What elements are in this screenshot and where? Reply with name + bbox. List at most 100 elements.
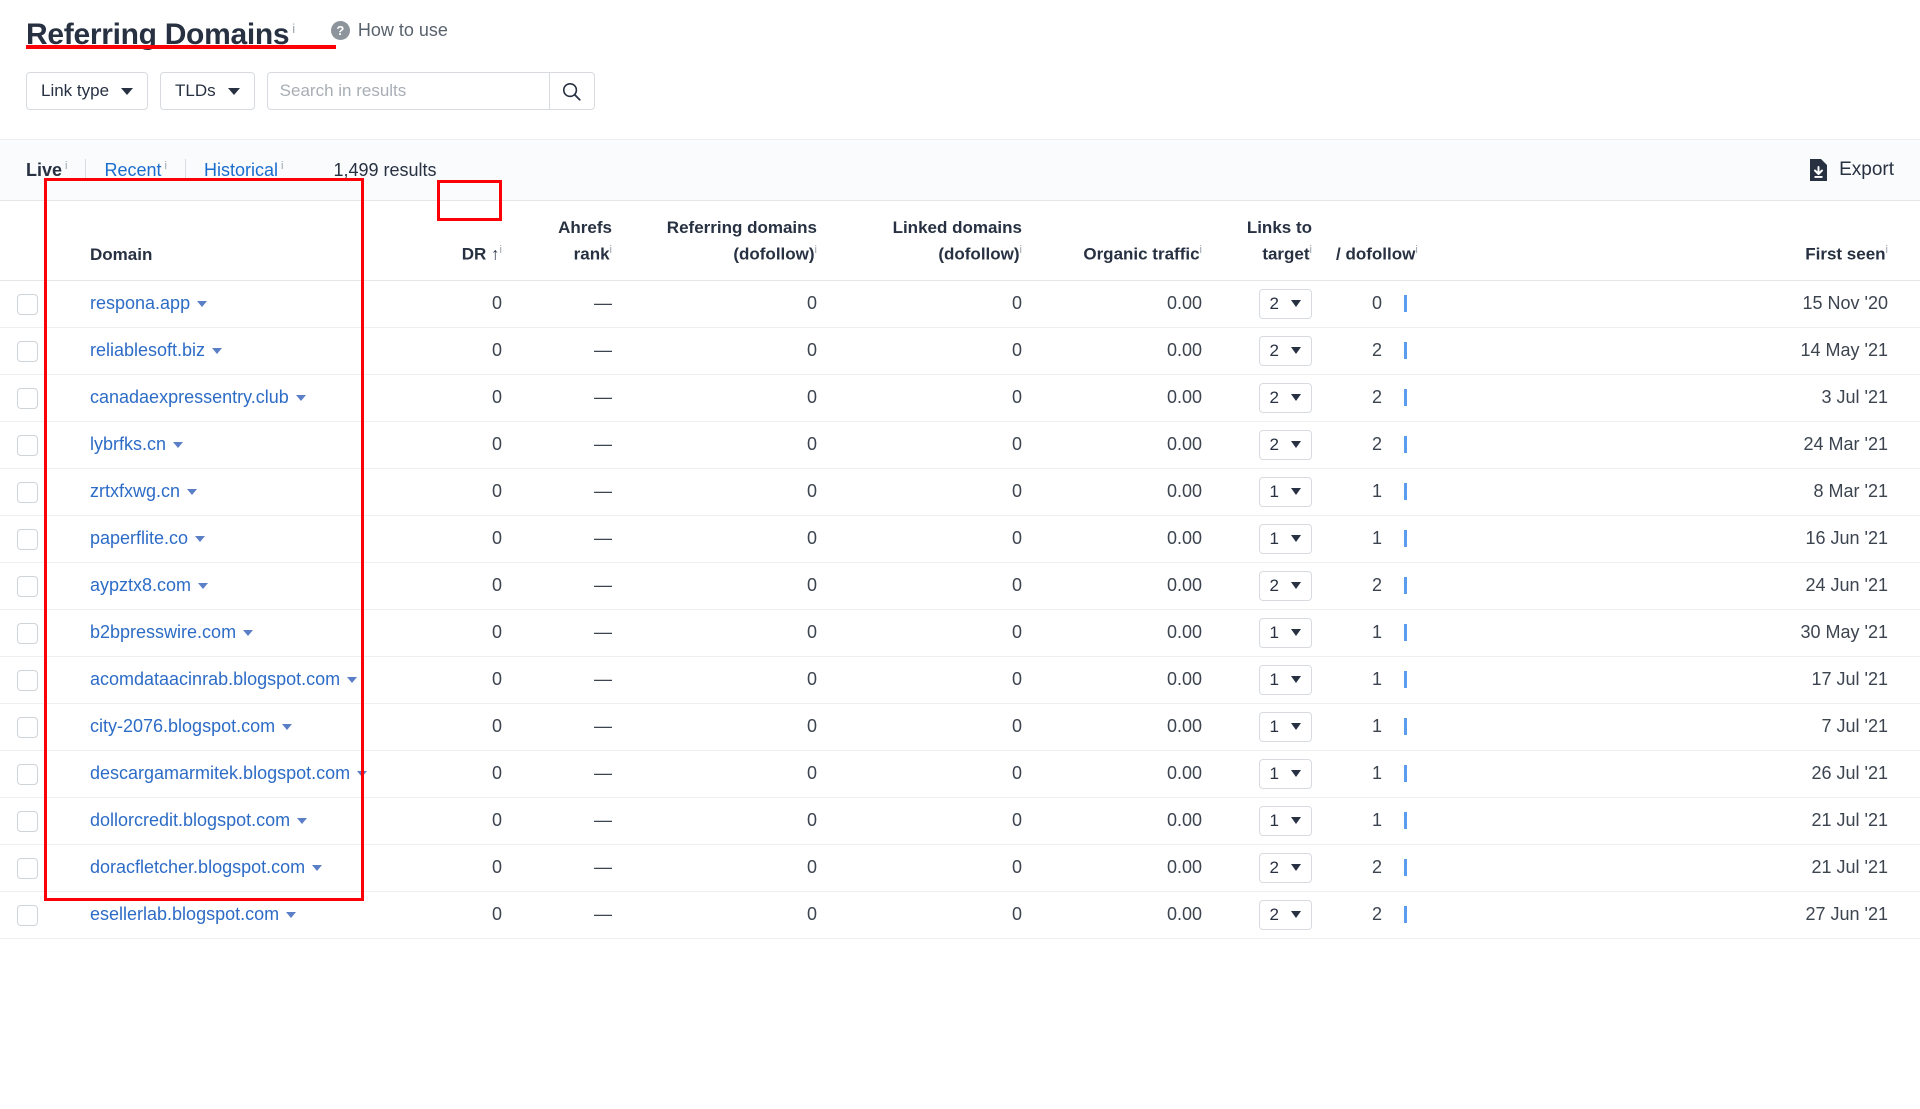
page-title-info-icon[interactable]: i — [292, 21, 295, 36]
column-header-dofollow-info-icon[interactable]: i — [1415, 244, 1417, 256]
chevron-down-icon[interactable] — [197, 301, 208, 308]
search-input[interactable] — [266, 72, 549, 110]
column-header-organic-traffic[interactable]: Organic traffici — [1038, 201, 1218, 281]
domain-link[interactable]: canadaexpressentry.club — [90, 387, 289, 407]
column-header-ahrefs-rank[interactable]: Ahrefs ranki — [518, 201, 628, 281]
column-header-dr[interactable]: DR ↑i — [428, 201, 518, 281]
tab-historical[interactable]: Historical i — [186, 160, 301, 181]
links-to-target-dropdown[interactable]: 1 — [1258, 805, 1312, 836]
links-to-target-dropdown[interactable]: 2 — [1258, 852, 1312, 883]
domain-link[interactable]: dollorcredit.blogspot.com — [90, 810, 290, 830]
chevron-down-icon[interactable] — [286, 912, 297, 919]
domain-link[interactable]: paperflite.co — [90, 528, 188, 548]
tab-recent[interactable]: Recent i — [86, 160, 185, 181]
links-to-target-dropdown[interactable]: 1 — [1258, 711, 1312, 742]
domain-link[interactable]: doracfletcher.blogspot.com — [90, 857, 305, 877]
domain-link[interactable]: lybrfks.cn — [90, 434, 166, 454]
domain-link[interactable]: aypztx8.com — [90, 575, 191, 595]
links-to-target-dropdown[interactable]: 1 — [1258, 664, 1312, 695]
row-checkbox[interactable] — [16, 575, 38, 597]
links-to-target-cell: 2 — [1218, 280, 1328, 328]
column-header-links-to-target[interactable]: Links to targeti — [1218, 201, 1328, 281]
ahrefs-rank-cell: — — [518, 797, 628, 845]
search-button[interactable] — [548, 72, 595, 110]
organic-traffic-cell: 0.00 — [1038, 327, 1218, 375]
row-checkbox[interactable] — [16, 857, 38, 879]
tab-recent-info-icon[interactable]: i — [165, 160, 167, 172]
chevron-down-icon — [1291, 723, 1301, 731]
column-header-referring-domains-info-icon[interactable]: i — [815, 244, 817, 256]
chevron-down-icon[interactable] — [212, 348, 223, 355]
links-to-target-value: 1 — [1269, 669, 1279, 689]
links-to-target-dropdown[interactable]: 2 — [1258, 570, 1312, 601]
links-to-target-value: 1 — [1269, 481, 1279, 501]
chevron-down-icon[interactable] — [297, 818, 308, 825]
column-header-domain[interactable]: Domain — [54, 201, 428, 281]
links-to-target-dropdown[interactable]: 2 — [1258, 382, 1312, 413]
domain-link[interactable]: city-2076.blogspot.com — [90, 716, 275, 736]
domain-link[interactable]: b2bpresswire.com — [90, 622, 236, 642]
row-checkbox[interactable] — [16, 904, 38, 926]
domain-link[interactable]: descargamarmitek.blogspot.com — [90, 763, 350, 783]
column-header-first-seen-info-icon[interactable]: i — [1886, 244, 1888, 256]
row-checkbox[interactable] — [16, 528, 38, 550]
domain-link[interactable]: respona.app — [90, 293, 190, 313]
domain-link[interactable]: reliablesoft.biz — [90, 340, 205, 360]
column-header-ahrefs-rank-info-icon[interactable]: i — [610, 244, 612, 256]
dofollow-cell: 2 — [1328, 562, 1513, 610]
chevron-down-icon[interactable] — [282, 724, 293, 731]
column-header-linked-domains[interactable]: Linked domains (dofollow)i — [833, 201, 1038, 281]
row-checkbox[interactable] — [16, 293, 38, 315]
row-checkbox[interactable] — [16, 763, 38, 785]
row-checkbox[interactable] — [16, 434, 38, 456]
domain-link[interactable]: esellerlab.blogspot.com — [90, 904, 279, 924]
column-header-links-to-target-info-icon[interactable]: i — [1310, 244, 1312, 256]
links-to-target-dropdown[interactable]: 2 — [1258, 899, 1312, 930]
chevron-down-icon[interactable] — [173, 442, 184, 449]
column-header-linked-domains-info-icon[interactable]: i — [1020, 244, 1022, 256]
links-to-target-dropdown[interactable]: 1 — [1258, 476, 1312, 507]
row-checkbox[interactable] — [16, 622, 38, 644]
referring-domains-table: Domain DR ↑i Ahrefs ranki Referring doma… — [0, 201, 1920, 939]
links-to-target-dropdown[interactable]: 1 — [1258, 617, 1312, 648]
tlds-dropdown[interactable]: TLDs — [160, 72, 255, 110]
tab-live-info-icon[interactable]: i — [65, 160, 67, 172]
row-checkbox[interactable] — [16, 716, 38, 738]
domain-link[interactable]: zrtxfxwg.cn — [90, 481, 180, 501]
links-to-target-value: 2 — [1269, 340, 1279, 360]
column-header-first-seen[interactable]: First seeni — [1513, 201, 1920, 281]
row-checkbox[interactable] — [16, 387, 38, 409]
chevron-down-icon[interactable] — [312, 865, 323, 872]
chevron-down-icon[interactable] — [357, 771, 368, 778]
dr-cell: 0 — [428, 421, 518, 469]
dofollow-value: 0 — [1371, 293, 1382, 314]
column-header-organic-traffic-info-icon[interactable]: i — [1200, 244, 1202, 256]
links-to-target-dropdown[interactable]: 1 — [1258, 523, 1312, 554]
column-header-dofollow[interactable]: / dofollowi — [1328, 201, 1513, 281]
export-button[interactable]: Export — [1808, 158, 1894, 182]
chevron-down-icon[interactable] — [198, 583, 209, 590]
row-checkbox[interactable] — [16, 810, 38, 832]
row-checkbox[interactable] — [16, 481, 38, 503]
how-to-use-link[interactable]: ? How to use — [330, 20, 448, 41]
links-to-target-dropdown[interactable]: 2 — [1258, 288, 1312, 319]
row-checkbox[interactable] — [16, 669, 38, 691]
domain-link[interactable]: acomdataacinrab.blogspot.com — [90, 669, 340, 689]
links-to-target-dropdown[interactable]: 1 — [1258, 758, 1312, 789]
link-type-dropdown[interactable]: Link type — [26, 72, 149, 110]
tab-live[interactable]: Live i — [26, 160, 85, 181]
links-to-target-dropdown[interactable]: 2 — [1258, 429, 1312, 460]
chevron-down-icon — [1291, 347, 1301, 355]
tab-historical-info-icon[interactable]: i — [281, 160, 283, 172]
links-to-target-dropdown[interactable]: 2 — [1258, 335, 1312, 366]
chevron-down-icon[interactable] — [243, 630, 254, 637]
row-checkbox[interactable] — [16, 340, 38, 362]
chevron-down-icon[interactable] — [187, 489, 198, 496]
chevron-down-icon[interactable] — [295, 395, 306, 402]
chevron-down-icon[interactable] — [195, 536, 206, 543]
column-header-dr-info-icon[interactable]: i — [500, 244, 502, 256]
organic-traffic-cell: 0.00 — [1038, 515, 1218, 563]
column-header-referring-domains[interactable]: Referring domains (dofollow)i — [628, 201, 833, 281]
first-seen-cell: 8 Mar '21 — [1513, 468, 1920, 516]
chevron-down-icon[interactable] — [347, 677, 358, 684]
